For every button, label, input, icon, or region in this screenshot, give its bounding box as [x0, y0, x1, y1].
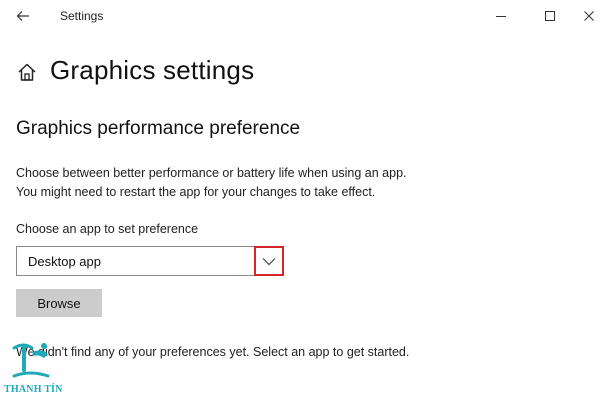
section-description: Choose between better performance or bat… [16, 164, 407, 202]
app-title: Settings [60, 9, 104, 23]
empty-state-message: We didn't find any of your preferences y… [16, 345, 410, 359]
description-line-2: You might need to restart the app for yo… [16, 185, 376, 199]
arrow-left-icon [16, 11, 29, 21]
app-selector-label: Choose an app to set preference [16, 222, 199, 236]
page-title: Graphics settings [50, 55, 255, 85]
minimize-icon [496, 16, 506, 17]
watermark-logo-icon [12, 343, 50, 378]
dropdown-selected-value: Desktop app [28, 254, 101, 269]
description-line-1: Choose between better performance or bat… [16, 166, 407, 180]
dropdown-chevron-highlight[interactable] [254, 246, 284, 276]
maximize-icon [545, 11, 555, 21]
back-button[interactable] [10, 5, 36, 27]
maximize-button[interactable] [535, 4, 565, 28]
minimize-button[interactable] [486, 4, 516, 28]
watermark-text: THANH TÍN [4, 384, 63, 395]
app-type-dropdown[interactable]: Desktop app [16, 246, 284, 276]
browse-button[interactable]: Browse [16, 289, 102, 317]
close-icon [584, 11, 594, 21]
chevron-down-icon [262, 257, 276, 265]
title-bar: Settings [0, 0, 600, 32]
page-header: Graphics settings [16, 55, 254, 86]
section-title: Graphics performance preference [16, 118, 301, 139]
watermark: THANH TÍN [4, 340, 66, 398]
home-icon[interactable] [16, 61, 38, 83]
close-button[interactable] [574, 4, 600, 28]
